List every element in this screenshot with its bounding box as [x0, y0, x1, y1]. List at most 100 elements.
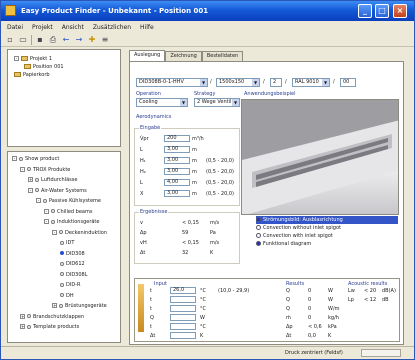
- tree-item[interactable]: + Brüstungsgeräte: [52, 303, 107, 309]
- variant-value: 00: [343, 79, 350, 85]
- input-symbol: L: [140, 147, 143, 153]
- option-select[interactable]: 2: [270, 78, 282, 87]
- back-arrow-icon[interactable]: ←: [61, 35, 71, 45]
- tree-item[interactable]: DID308L: [60, 272, 88, 278]
- tree-toggle-icon[interactable]: -: [28, 187, 33, 193]
- tree-item[interactable]: DID612: [60, 261, 85, 267]
- acoustic-value: < 20: [364, 288, 377, 294]
- tree-item[interactable]: - Induktionsgeräte: [44, 219, 99, 225]
- input-range: (0,5 - 20,0): [206, 191, 234, 197]
- tree-item[interactable]: Papierkorb: [14, 72, 50, 78]
- toolbar-separator: [31, 34, 32, 45]
- thermal-input-field[interactable]: [170, 332, 196, 339]
- radio-icon[interactable]: [256, 241, 261, 246]
- input-field[interactable]: 3,00: [164, 157, 190, 164]
- option-item[interactable]: Convection without inlet spigot: [256, 224, 398, 232]
- tree-item[interactable]: - Deckeninduktion: [52, 229, 107, 236]
- input-unit: m: [192, 147, 197, 153]
- tree-item[interactable]: Position 001: [24, 64, 64, 70]
- forward-arrow-icon[interactable]: →: [74, 35, 84, 45]
- thermal-input-field[interactable]: 26,0: [170, 287, 196, 294]
- radio-icon[interactable]: [256, 233, 261, 238]
- tree-toggle-icon[interactable]: -: [20, 166, 25, 172]
- tree-toggle-icon[interactable]: -: [44, 219, 49, 224]
- operation-select[interactable]: Cooling ▼: [136, 98, 188, 107]
- node-icon: [27, 324, 31, 329]
- thermal-result-value: 0: [308, 288, 312, 294]
- strategy-select[interactable]: 2 Wege Ventil ▼: [194, 98, 240, 107]
- thermometer-icon: [138, 284, 144, 332]
- tree-toggle-icon[interactable]: -: [14, 56, 19, 61]
- input-field[interactable]: 200: [164, 135, 190, 142]
- maximize-button[interactable]: □: [375, 4, 389, 18]
- menu-extras[interactable]: Zusätzlichen: [93, 24, 131, 31]
- tree-toggle-icon[interactable]: -: [12, 156, 17, 161]
- tree-toggle-icon[interactable]: +: [20, 313, 25, 319]
- save-icon[interactable]: ▪: [35, 35, 45, 45]
- tree-item-label: DH: [66, 292, 74, 299]
- minimize-button[interactable]: _: [358, 4, 372, 18]
- tree-item[interactable]: + Brandschutzklappen: [20, 313, 84, 320]
- thermal-input-unit: W: [200, 315, 205, 321]
- option-item[interactable]: Funktional diagram: [256, 240, 398, 248]
- project-tree-panel: - Projekt 1 Position 001 Papierkorb: [7, 49, 121, 147]
- result-symbol: Δp: [140, 230, 147, 236]
- tree-item[interactable]: - Chilled beams: [44, 208, 92, 215]
- variant-select[interactable]: 00: [340, 78, 356, 87]
- option-item[interactable]: Convection with inlet spigot: [256, 232, 398, 240]
- thermal-result-symbol: Δt: [286, 333, 292, 339]
- tab-order-data[interactable]: Bestelldaten: [201, 51, 244, 61]
- model-code-select[interactable]: DID308B-0-1-HHV ▼: [136, 78, 208, 87]
- tree-item[interactable]: + Template products: [20, 324, 79, 330]
- thermal-input-field[interactable]: [170, 296, 196, 303]
- title-bar[interactable]: Easy Product Finder - Unbekannt - Positi…: [1, 1, 414, 21]
- tree-item[interactable]: - Air-Water Systems: [28, 187, 87, 194]
- tree-item[interactable]: - Passive Kühlsysteme: [36, 198, 101, 204]
- thermal-input-field[interactable]: [170, 323, 196, 330]
- tree-toggle-icon[interactable]: -: [52, 229, 57, 235]
- tree-item[interactable]: + Luftdurchlässe: [28, 177, 77, 183]
- tree-item[interactable]: - Projekt 1: [14, 56, 52, 62]
- tab-drawing[interactable]: Zeichnung: [165, 51, 202, 61]
- radio-icon[interactable]: [256, 217, 261, 222]
- tree-item[interactable]: DH: [60, 293, 74, 299]
- tree-item[interactable]: - TROX Produkte: [20, 166, 70, 173]
- tree-item[interactable]: - Show product: [12, 156, 59, 162]
- menu-project[interactable]: Projekt: [32, 24, 53, 31]
- new-icon[interactable]: ▫: [5, 35, 15, 45]
- tab-design[interactable]: Auslegung: [129, 50, 166, 61]
- acoustic-value: < 12: [364, 297, 377, 303]
- tree-item[interactable]: IDT: [60, 240, 74, 246]
- input-field[interactable]: 4,00: [164, 179, 190, 186]
- thermal-input-field[interactable]: [170, 305, 196, 312]
- input-field[interactable]: 3,00: [164, 146, 190, 153]
- input-symbol: H₂: [140, 169, 146, 175]
- tree-item-label: Passive Kühlsysteme: [49, 198, 101, 204]
- delete-icon[interactable]: ≡: [100, 35, 110, 45]
- product-tree-panel: - Show product - TROX Produkte + Luftdurchläs…: [7, 151, 121, 343]
- menu-file[interactable]: Datei: [7, 24, 23, 31]
- tree-item[interactable]: DID308: [60, 251, 85, 257]
- option-item[interactable]: Strömungsbild: Ausblasrichtung: [256, 216, 398, 224]
- input-field[interactable]: 3,00: [164, 190, 190, 197]
- tree-toggle-icon[interactable]: -: [44, 208, 49, 214]
- add-icon[interactable]: ✚: [87, 35, 97, 45]
- tree-toggle-icon[interactable]: +: [52, 303, 57, 308]
- menu-view[interactable]: Ansicht: [62, 24, 84, 31]
- open-icon[interactable]: ▭: [18, 35, 28, 45]
- image-caption: Anwendungsbeispiel: [244, 91, 296, 97]
- size-select[interactable]: 1500x150 ▼: [216, 78, 260, 87]
- print-icon[interactable]: ⎙: [48, 35, 58, 45]
- color-select[interactable]: RAL 9010 ▼: [292, 78, 330, 87]
- tree-item-label: Template products: [33, 324, 80, 330]
- tree-item[interactable]: DID-R: [60, 282, 80, 288]
- tree-toggle-icon[interactable]: -: [36, 198, 41, 203]
- input-field[interactable]: 3,00: [164, 168, 190, 175]
- thermal-input-field[interactable]: [170, 314, 196, 321]
- tree-toggle-icon[interactable]: +: [28, 177, 33, 182]
- tree-toggle-icon[interactable]: +: [20, 324, 25, 329]
- close-button[interactable]: ×: [393, 4, 407, 18]
- radio-icon[interactable]: [256, 225, 261, 230]
- input-unit: m: [192, 191, 197, 197]
- menu-help[interactable]: Hilfe: [140, 24, 154, 31]
